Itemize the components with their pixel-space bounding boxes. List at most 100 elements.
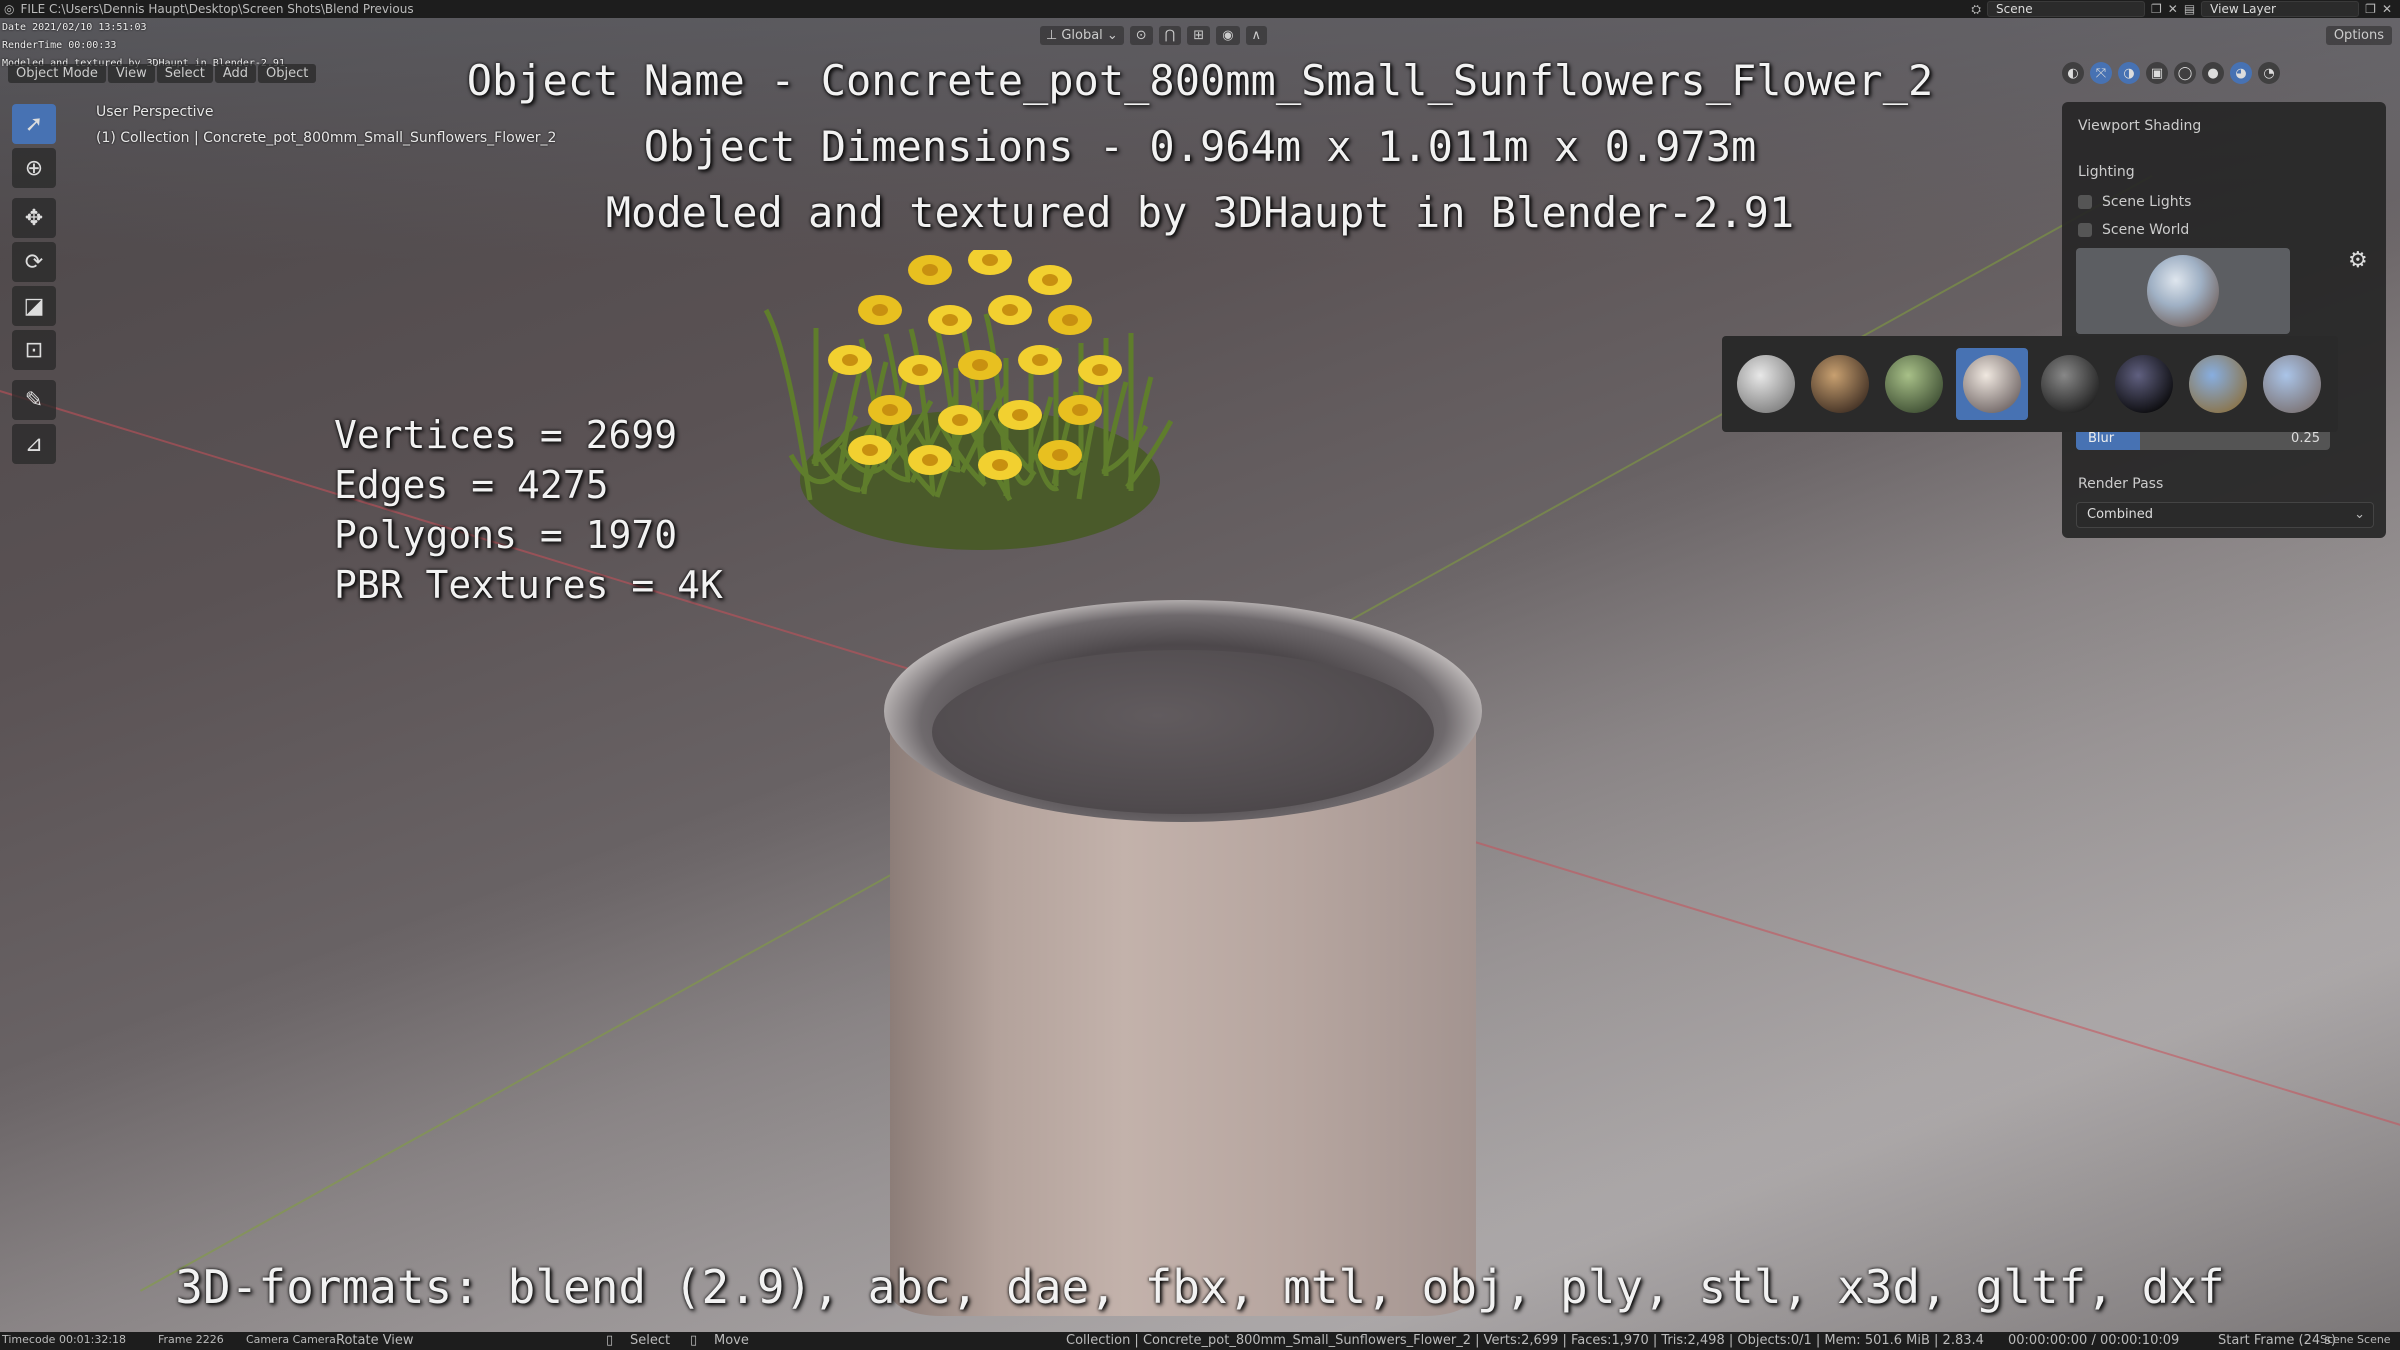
proportional-edit-button[interactable]: ◉ [1216,26,1240,45]
sunflower-cluster [763,250,1174,550]
sunflower-bloom [1038,440,1082,470]
scene-lights-label: Scene Lights [2102,194,2192,210]
falloff-curve-icon: ∧ [1251,28,1262,43]
pivot-point-button[interactable]: ⊙ [1129,26,1153,45]
rotate-icon: ⟳ [24,249,44,275]
status-bar: Timecode 00:01:32:18 Frame 2226 Camera C… [0,1332,2400,1350]
hdri-sphere-night [2041,355,2099,413]
rotate-view-hint: Rotate View [336,1333,414,1348]
texture-resolution: PBR Textures = 4K [334,563,723,607]
sunflower-bloom [828,345,872,375]
timecode-text: Timecode 00:01:32:18 [2,1333,127,1346]
top-header: ◎ FILE C:\Users\Dennis Haupt\Desktop\Scr… [0,0,2400,18]
sunflower-bloom [1028,265,1072,295]
sunflower-bloom [928,305,972,335]
close-layer-icon[interactable]: ✕ [2382,2,2392,16]
viewport-shading-popover: Viewport Shading Lighting Scene Lights S… [2062,102,2386,538]
hdri-option-sunrise[interactable] [2186,352,2250,416]
transform-orientation-dropdown[interactable]: ⊥ Global ⌄ [1040,26,1124,45]
sunflower-bloom [868,395,912,425]
sunflower-bloom [938,405,982,435]
concrete-pot-soil [932,650,1434,814]
hdri-preview-sphere [2147,255,2219,327]
hdri-option-night[interactable] [2038,352,2102,416]
view-layer-icon[interactable]: ▤ [2184,2,2195,16]
snap-toggle-button[interactable]: ⋂ [1158,26,1182,45]
hdri-option-forest[interactable] [1882,352,1946,416]
proportional-icon: ◉ [1222,28,1234,43]
rotate-tool[interactable]: ⟳ [12,242,56,282]
mesh-stats: Vertices = 2699 Edges = 4275 Polygons = … [334,410,723,610]
falloff-button[interactable]: ∧ [1245,26,1268,45]
scene-lights-checkbox[interactable]: Scene Lights [2078,194,2191,210]
select-hint: Select [630,1333,671,1348]
transform-orientation-label: Global [1061,28,1103,43]
mouse-left-icon: ▯ [606,1333,614,1348]
sunflower-bloom [898,355,942,385]
options-dropdown[interactable]: Options [2325,26,2392,45]
snap-type-button[interactable]: ⊞ [1187,26,1211,45]
pencil-icon: ✎ [24,387,44,413]
hdri-option-sunset[interactable] [2260,352,2324,416]
chevron-down-icon: ⌄ [2354,507,2365,522]
object-dimensions-caption: Object Dimensions - 0.964m x 1.011m x 0.… [643,122,1757,171]
solid-shading-icon[interactable]: ● [2202,62,2224,84]
xray-icon[interactable]: ▣ [2146,62,2168,84]
render-pass-dropdown[interactable]: Combined ⌄ [2076,502,2374,528]
start-frame: Start Frame (24 s) [2218,1333,2337,1348]
snap-grid-icon: ⊞ [1193,28,1205,43]
view-layer-field[interactable]: View Layer [2201,1,2360,17]
rendered-shading-icon[interactable]: ◔ [2258,62,2280,84]
measure-tool[interactable]: ⊿ [12,424,56,464]
blur-value: 0.25 [2291,431,2320,446]
overlay-icon[interactable]: ◑ [2118,62,2140,84]
edges-count: Edges = 4275 [334,463,609,507]
sunflower-bloom [908,445,952,475]
shading-header-icons: ◐ ⤧ ◑ ▣ ◯ ● ◕ ◔ [2062,62,2280,84]
hdri-picker [1722,336,2338,432]
viewport-header: ⊥ Global ⌄ ⊙ ⋂ ⊞ ◉ ∧ Options [0,22,2400,48]
sunflower-bloom [908,255,952,285]
ruler-icon: ⊿ [24,431,44,457]
sunflower-bloom [848,435,892,465]
hdri-sphere-interior [1811,355,1869,413]
sunflower-bloom [1048,305,1092,335]
hdri-sphere-sunset [2263,355,2321,413]
scene-field[interactable]: Scene [1987,1,2145,17]
copy-layer-icon[interactable]: ❐ [2365,2,2376,16]
mouse-drag-icon: ▯ [690,1333,698,1348]
scene-lights-box[interactable] [2078,195,2092,209]
scene-icon[interactable]: ⛭ [1971,2,1981,17]
hdri-option-courtyard[interactable] [1734,352,1798,416]
hdri-preview-button[interactable] [2076,248,2290,334]
close-scene-icon[interactable]: ✕ [2168,2,2178,16]
blur-label: Blur [2088,431,2115,446]
camera-text: Camera Camera [246,1333,336,1346]
pivot-icon: ⊙ [1135,28,1147,43]
scene-world-checkbox[interactable]: Scene World [2078,222,2189,238]
formats-caption: 3D-formats: blend (2.9), abc, dae, fbx, … [175,1260,2225,1314]
transform-tool[interactable]: ⊡ [12,330,56,370]
sunflower-bloom [958,350,1002,380]
sunflower-bloom [858,295,902,325]
material-preview-icon[interactable]: ◕ [2230,62,2252,84]
magnet-icon: ⋂ [1164,28,1176,43]
chevron-down-icon: ⌄ [1106,28,1118,43]
scene-name-right: Scene Scene [2320,1333,2391,1346]
scene-world-box[interactable] [2078,223,2092,237]
copy-scene-icon[interactable]: ❐ [2151,2,2162,16]
blender-logo-icon[interactable]: ◎ [4,2,14,16]
gear-icon[interactable]: ⚙ [2348,248,2368,273]
polygons-count: Polygons = 1970 [334,513,678,557]
hdri-option-interior[interactable] [1808,352,1872,416]
scene-world-label: Scene World [2102,222,2190,238]
hdri-option-city[interactable] [1956,348,2028,420]
transform-icon: ⊡ [24,337,44,363]
scale-tool[interactable]: ◪ [12,286,56,326]
wireframe-shading-icon[interactable]: ◯ [2174,62,2196,84]
gizmo-icon[interactable]: ⤧ [2090,62,2112,84]
hdri-option-studio[interactable] [2112,352,2176,416]
visibility-icon[interactable]: ◐ [2062,62,2084,84]
annotate-tool[interactable]: ✎ [12,380,56,420]
sunflower-bloom [988,295,1032,325]
